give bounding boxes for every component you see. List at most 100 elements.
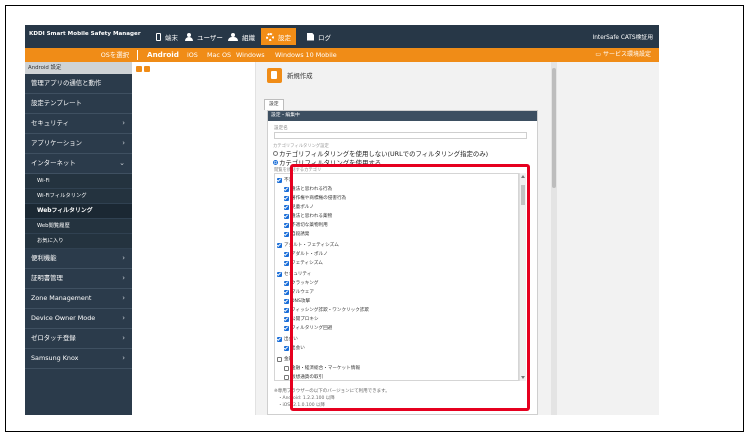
tab-settings[interactable]: 設定 <box>264 99 284 110</box>
tree-node[interactable]: 仮想通貨の取引 <box>284 373 324 380</box>
sidebar-item-convenience[interactable]: 便利機能 › <box>25 249 132 269</box>
tree-node[interactable]: 違法と思われる薬物 <box>284 212 332 220</box>
sidebar-item-zone-management[interactable]: Zone Management › <box>25 289 132 309</box>
checkbox[interactable] <box>284 195 289 201</box>
sidebar-header: Android 設定 <box>25 62 132 74</box>
checkbox[interactable] <box>284 365 289 371</box>
tree-node[interactable]: 違法と思われる行為 <box>284 185 332 193</box>
checkbox[interactable] <box>284 289 289 295</box>
tree-node[interactable]: 出会い <box>277 335 298 343</box>
tree-node[interactable]: 金融 <box>277 355 293 363</box>
sidebar-item-zero-touch[interactable]: ゼロタッチ登録 › <box>25 329 132 349</box>
sidebar-item-security[interactable]: セキュリティ › <box>25 114 132 134</box>
checkbox[interactable] <box>284 231 289 237</box>
tree-node[interactable]: 出会い <box>284 344 305 352</box>
checkbox[interactable] <box>277 271 282 277</box>
checkbox[interactable] <box>284 345 289 351</box>
tree-node-label: フェティシズム <box>291 261 323 266</box>
sidebar-item-samsung-knox[interactable]: Samsung Knox › <box>25 349 132 369</box>
sidebar-subitem-wifi-filtering[interactable]: Wi-Fiフィルタリング <box>25 189 132 204</box>
tree-node[interactable]: 自殺誘発 <box>284 230 309 238</box>
tree-node[interactable]: フィッシング詐欺・ワンクリック詐欺 <box>284 306 369 314</box>
sidebar-item-label: Device Owner Mode <box>31 314 96 322</box>
sidebar-item-certificates[interactable]: 証明書管理 › <box>25 269 132 289</box>
tree-node[interactable]: フェティシズム <box>284 259 323 267</box>
checkbox[interactable] <box>284 280 289 286</box>
radio-button[interactable] <box>273 160 278 165</box>
checkbox[interactable] <box>284 374 289 380</box>
checkbox[interactable] <box>284 260 289 266</box>
sidebar-item-device-owner-mode[interactable]: Device Owner Mode › <box>25 309 132 329</box>
tree-node-label: 違法と思われる薬物 <box>291 214 333 219</box>
scrollbar-thumb[interactable] <box>521 185 525 205</box>
remove-icon[interactable] <box>144 66 150 72</box>
tree-node[interactable]: 不法 <box>277 176 293 184</box>
nav-user[interactable]: ユーザー <box>185 28 223 45</box>
sidebar-item-label: セキュリティ <box>31 119 69 127</box>
setting-name-input[interactable] <box>274 132 527 139</box>
radio-no-category-filtering[interactable]: カテゴリフィルタリングを使用しない(URLでのフィルタリング指定のみ) <box>273 149 488 158</box>
sidebar-subitem-web-history[interactable]: Web閲覧履歴 <box>25 219 132 234</box>
sidebar-item-app-communication[interactable]: 管理アプリの通信と動作 <box>25 74 132 94</box>
sidebar-subitem-wifi[interactable]: Wi-Fi <box>25 174 132 189</box>
tree-node[interactable]: 公開プロキシ <box>284 315 319 323</box>
tree-node[interactable]: DNS攻撃 <box>284 297 310 305</box>
nav-settings[interactable]: 設定 <box>261 28 296 45</box>
chevron-down-icon: ⌄ <box>119 159 125 167</box>
tree-node[interactable]: アダルト・ポルノ <box>284 250 328 258</box>
nav-device[interactable]: 端末 <box>156 28 178 45</box>
tree-node[interactable]: 金融・経済総合・マーケット情報 <box>284 364 360 372</box>
checkbox[interactable] <box>277 242 282 248</box>
tree-node-label: 仮想通貨の取引 <box>291 375 324 380</box>
checkbox[interactable] <box>284 251 289 257</box>
tree-node[interactable]: クラッキング <box>284 279 318 287</box>
sidebar-item-internet[interactable]: インターネット ⌄ <box>25 154 132 174</box>
scroll-down-icon[interactable] <box>521 376 525 379</box>
checkbox[interactable] <box>277 177 282 183</box>
service-settings-link[interactable]: ▭ サービス環境設定 <box>595 48 651 62</box>
radio-use-category-filtering[interactable]: カテゴリフィルタリングを使用する <box>273 158 381 167</box>
user-icon <box>185 32 193 41</box>
checkbox[interactable] <box>284 325 289 331</box>
checkbox[interactable] <box>284 298 289 304</box>
checkbox[interactable] <box>284 204 289 210</box>
sidebar: Android 設定 管理アプリの通信と動作 設定テンプレート セキュリティ ›… <box>25 62 132 415</box>
tree-node[interactable]: フィルタリング回避 <box>284 324 332 332</box>
tree-node-label: 不適切な薬物利用 <box>291 223 328 228</box>
scroll-up-icon[interactable] <box>521 175 525 178</box>
top-navigation-bar: KDDI Smart Mobile Safety Manager 端末 ユーザー… <box>25 25 659 48</box>
sidebar-subitem-web-filtering[interactable]: Webフィルタリング <box>25 204 132 219</box>
os-tab-windows10mobile[interactable]: Windows 10 Mobile <box>275 48 337 62</box>
nav-organization[interactable]: 組織 <box>228 28 255 45</box>
os-tab-ios[interactable]: iOS <box>187 48 198 62</box>
content-scrollbar[interactable] <box>551 62 557 415</box>
sidebar-item-label: Zone Management <box>31 294 92 302</box>
tree-node[interactable]: セキュリティ <box>277 270 311 278</box>
chevron-right-icon: › <box>122 334 125 342</box>
tree-node[interactable]: アダルト・フェティシズム <box>277 241 339 249</box>
checkbox[interactable] <box>284 316 289 322</box>
sidebar-item-applications[interactable]: アプリケーション › <box>25 134 132 154</box>
checkbox[interactable] <box>284 213 289 219</box>
tree-node[interactable]: 不適切な薬物利用 <box>284 221 328 229</box>
sidebar-item-template[interactable]: 設定テンプレート <box>25 94 132 114</box>
checkbox[interactable] <box>277 336 282 342</box>
checkbox[interactable] <box>284 222 289 228</box>
os-tab-android[interactable]: Android <box>147 48 179 62</box>
scrollbar-thumb[interactable] <box>552 68 556 188</box>
checkbox[interactable] <box>284 307 289 313</box>
nav-log[interactable]: ログ <box>307 28 331 45</box>
tree-node-label: 著作権や商標権の侵害行為 <box>291 196 347 201</box>
radio-button[interactable] <box>273 151 278 156</box>
tree-node[interactable]: マルウェア <box>284 288 314 296</box>
category-tree-scrollbar[interactable] <box>519 173 526 381</box>
checkbox[interactable] <box>277 356 282 362</box>
os-tab-windows[interactable]: Windows <box>236 48 265 62</box>
add-icon[interactable] <box>136 66 142 72</box>
os-tab-macos[interactable]: Mac OS <box>207 48 231 62</box>
checkbox[interactable] <box>284 186 289 192</box>
tree-node[interactable]: 著作権や商標権の侵害行為 <box>284 194 346 202</box>
sidebar-subitem-label: Wi-Fiフィルタリング <box>37 193 87 199</box>
sidebar-subitem-favorites[interactable]: お気に入り <box>25 234 132 249</box>
tree-node[interactable]: 児童ポルノ <box>284 203 314 211</box>
